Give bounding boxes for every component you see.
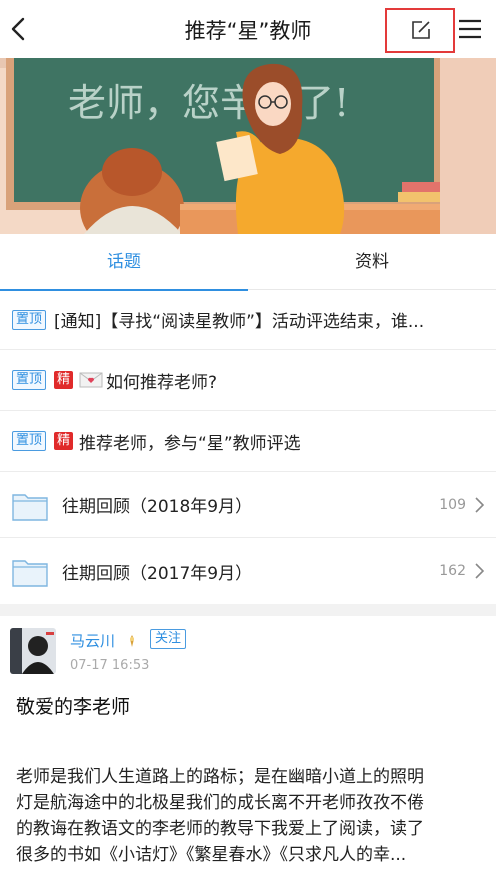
top-bar: 推荐“星”教师	[0, 0, 496, 58]
item-count: 109	[439, 496, 466, 513]
menu-icon[interactable]	[457, 18, 483, 40]
love-letter-icon	[79, 372, 103, 388]
level-badge-icon	[130, 635, 134, 647]
post-title[interactable]: 敬爱的李老师	[16, 692, 130, 719]
folder-title: 往期回顾（2018年9月）	[62, 497, 253, 517]
banner-image: 老师，您辛苦了!	[0, 58, 496, 234]
compose-button[interactable]	[385, 8, 455, 53]
pinned-badge: 置顶	[12, 431, 47, 451]
list-item[interactable]: 置顶 精 推荐老师，参与“星”教师评选	[0, 411, 496, 472]
tab-materials[interactable]: 资料	[248, 234, 496, 290]
topic-title: [通知]【寻找“阅读星教师”】活动评选结束，谁...	[54, 312, 425, 332]
chalkboard-text: 老师，您辛苦了!	[68, 81, 349, 125]
post-body-line: 很多的书如《小诘灯》《繁星春水》《只求凡人的幸...	[16, 845, 407, 865]
topic-title: 推荐老师，参与“星”教师评选	[79, 433, 301, 454]
pinned-badge: 置顶	[12, 309, 47, 330]
item-count: 162	[439, 563, 466, 579]
post-time: 07-17 16:53	[70, 658, 150, 673]
list-item[interactable]: 置顶 [通知]【寻找“阅读星教师”】活动评选结束，谁...	[0, 290, 496, 350]
avatar[interactable]	[10, 628, 56, 674]
folder-row[interactable]: 往期回顾（2018年9月） 109	[0, 472, 496, 538]
post-body-line: 的教诲在教语文的李老师的教导下我爱上了阅读，读了	[16, 819, 424, 839]
topic-title: 如何推荐老师?	[106, 372, 218, 393]
tab-bar: 话题 资料	[0, 234, 496, 291]
folder-title: 往期回顾（2017年9月）	[62, 563, 253, 584]
post-body[interactable]: 老师是我们人生道路上的路标；是在幽暗小道上的照明 灯是航海途中的北极星我们的成长…	[16, 764, 488, 868]
post-body-line: 灯是航海途中的北极星我们的成长离不开老师孜孜不倦	[16, 793, 424, 813]
section-divider	[0, 604, 496, 616]
edit-icon	[412, 21, 430, 39]
folder-icon	[12, 493, 48, 521]
author-name[interactable]: 马云川	[70, 630, 115, 651]
folder-row[interactable]: 往期回顾（2017年9月） 162	[0, 538, 496, 604]
featured-badge: 精	[54, 432, 74, 450]
chevron-right-icon	[475, 496, 484, 513]
folder-icon	[12, 560, 48, 587]
list-item[interactable]: 置顶 精 如何推荐老师?	[0, 350, 496, 411]
featured-badge: 精	[54, 371, 74, 389]
chevron-right-icon	[475, 563, 484, 579]
follow-button[interactable]: 关注	[150, 629, 187, 649]
pinned-badge: 置顶	[12, 370, 47, 390]
post-body-line: 老师是我们人生道路上的路标；是在幽暗小道上的照明	[16, 767, 424, 787]
tab-topics[interactable]: 话题	[0, 234, 248, 291]
